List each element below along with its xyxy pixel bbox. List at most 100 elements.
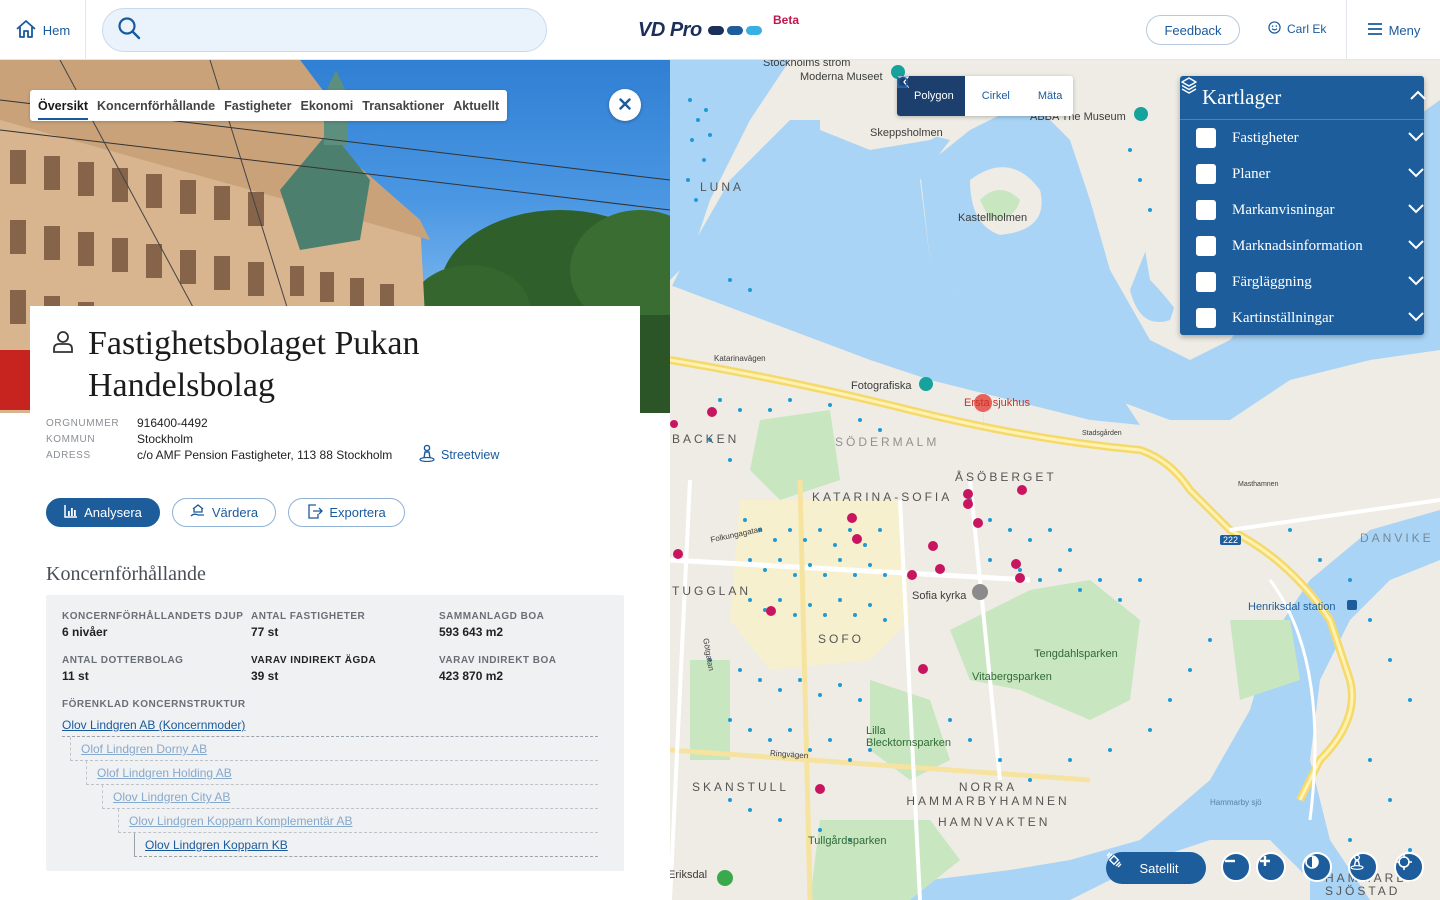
- map-label: Hamnvakten: [938, 815, 1051, 829]
- map-label: Katarina-Sofia: [812, 490, 953, 504]
- vd-pro-logo[interactable]: VD Pro: [638, 14, 762, 46]
- circle-label: Cirkel: [981, 90, 1010, 102]
- tab-transaktioner[interactable]: Transaktioner: [362, 99, 444, 113]
- search-box[interactable]: [102, 8, 547, 52]
- tab-oversikt[interactable]: Översikt: [38, 99, 89, 120]
- value-label: Värdera: [211, 505, 259, 520]
- measure-tool-button[interactable]: Mäta: [897, 76, 1074, 116]
- tab-ekonomi[interactable]: Ekonomi: [301, 99, 354, 113]
- bar-chart-icon: [64, 504, 78, 521]
- map-view[interactable]: Stockholms ström Moderna Museet Skeppsho…: [670, 60, 1440, 900]
- stat-indirect-boa: Varav indirekt BOA 423 870 m2: [439, 655, 557, 683]
- value-button[interactable]: Värdera: [172, 498, 276, 527]
- user-smiley-icon: [1268, 21, 1281, 37]
- kommun-value: Stockholm: [137, 432, 194, 446]
- map-label: Åsöberget: [955, 470, 1057, 484]
- company-tabs: Översikt Koncernförhållande Fastigheter …: [30, 90, 508, 121]
- stat-subsidiaries: Antal dotterbolag 11 st: [62, 655, 183, 683]
- structure-node[interactable]: Olov Lindgren City AB: [102, 785, 598, 809]
- map-label: Ersta sjukhus: [964, 397, 1031, 409]
- export-label: Exportera: [329, 505, 386, 520]
- home-icon: [15, 19, 37, 42]
- company-title-card: Fastighetsbolaget Pukan Handelsbolag: [30, 306, 640, 416]
- home-label: Hem: [42, 22, 71, 38]
- close-icon: [619, 97, 631, 113]
- locate-me-button[interactable]: [1394, 852, 1424, 882]
- structure-node[interactable]: Olof Lindgren Dorny AB: [70, 737, 598, 761]
- stat-total-boa-value: 593 643 m2: [439, 625, 504, 639]
- top-bar: Hem VD Pro Beta Feedback Carl Ek Meny: [0, 0, 1440, 60]
- map-label: Eriksdal: [670, 869, 708, 881]
- layer-label: Planer: [1232, 165, 1271, 182]
- polygon-label: Polygon: [914, 90, 954, 102]
- map-label: Vitabergsparken: [972, 671, 1052, 683]
- layer-fastigheter[interactable]: Fastigheter: [1180, 120, 1424, 156]
- zoom-out-button[interactable]: [1221, 852, 1251, 882]
- layer-planer[interactable]: Planer: [1180, 156, 1424, 192]
- circle-tool-button[interactable]: Cirkel: [897, 76, 1021, 116]
- home-button[interactable]: Hem: [0, 0, 86, 60]
- map-label: Fotografiska: [851, 380, 912, 392]
- map-streetview-button[interactable]: [1348, 852, 1378, 882]
- map-label: Danvike: [1360, 531, 1434, 545]
- tab-aktuellt[interactable]: Aktuellt: [453, 99, 499, 113]
- layers-header[interactable]: Kartlager: [1180, 76, 1426, 120]
- feedback-button[interactable]: Feedback: [1146, 15, 1240, 45]
- kommun-label: Kommun: [46, 433, 96, 445]
- group-stats-box: Koncernförhållandets djup 6 nivåer Antal…: [46, 595, 624, 871]
- structure-node-current[interactable]: Olov Lindgren Kopparn KB: [134, 833, 598, 857]
- orgnummer-label: Orgnummer: [46, 417, 120, 429]
- layer-marknadsinformation[interactable]: Marknadsinformation: [1180, 228, 1424, 264]
- close-panel-button[interactable]: [609, 89, 641, 121]
- menu-label: Meny: [1388, 22, 1421, 38]
- layer-checkbox[interactable]: [1196, 164, 1216, 184]
- stat-subsidiaries-value: 11 st: [62, 669, 89, 683]
- export-button[interactable]: Exportera: [288, 498, 405, 527]
- draw-toolbar: Polygon Cirkel Mäta: [897, 76, 1074, 116]
- layer-kartinstallningar[interactable]: Kartinställningar: [1180, 300, 1424, 336]
- company-meta: Orgnummer 916400-4492 Kommun Stockholm Adr…: [46, 415, 392, 463]
- analyze-button[interactable]: Analysera: [46, 498, 160, 527]
- structure-node[interactable]: Olof Lindgren Holding AB: [86, 761, 598, 785]
- tab-koncernforhallande[interactable]: Koncernförhållande: [97, 99, 215, 113]
- map-label: Skanstull: [692, 780, 790, 794]
- map-label: Tullgårdsparken: [808, 835, 887, 847]
- user-menu[interactable]: Carl Ek: [1268, 21, 1326, 37]
- map-label: Skeppsholmen: [870, 127, 943, 139]
- map-label: Södermalm: [835, 435, 940, 449]
- search-input[interactable]: [149, 15, 529, 45]
- map-contrast-button[interactable]: [1302, 852, 1332, 882]
- layer-label: Fastigheter: [1232, 129, 1299, 146]
- company-panel: Översikt Koncernförhållande Fastigheter …: [0, 60, 670, 900]
- satellite-toggle-button[interactable]: Satellit: [1106, 852, 1206, 884]
- stat-subsidiaries-label: Antal dotterbolag: [62, 655, 184, 666]
- structure-node[interactable]: Olov Lindgren Kopparn Komplementär AB: [118, 809, 598, 833]
- layer-checkbox[interactable]: [1196, 272, 1216, 292]
- map-label: Lilla Blecktornsparken: [866, 725, 951, 749]
- layer-checkbox[interactable]: [1196, 200, 1216, 220]
- map-label: Masthamnen: [1238, 481, 1279, 488]
- stat-total-boa: Sammanlagd BOA 593 643 m2: [439, 611, 544, 639]
- streetview-link[interactable]: Streetview: [419, 444, 499, 465]
- map-label: Kastellholmen: [958, 212, 1028, 224]
- adress-value: c/o AMF Pension Fastigheter, 113 88 Stoc…: [137, 448, 393, 462]
- layer-fargladdning[interactable]: Färgläggning: [1180, 264, 1424, 300]
- layer-markanvisningar[interactable]: Markanvisningar: [1180, 192, 1424, 228]
- layer-checkbox[interactable]: [1196, 128, 1216, 148]
- map-label: Henriksdal station: [1248, 601, 1336, 613]
- zoom-in-button[interactable]: [1256, 852, 1286, 882]
- layer-label: Markanvisningar: [1232, 201, 1335, 218]
- map-label: SoFo: [818, 632, 865, 646]
- route-shield: 222: [1220, 535, 1242, 545]
- map-label: Luna: [700, 180, 745, 194]
- menu-button[interactable]: Meny: [1346, 0, 1440, 60]
- structure-node-parent[interactable]: Olov Lindgren AB (Koncernmoder): [62, 713, 598, 737]
- stat-properties: Antal fastigheter 77 st: [251, 611, 365, 639]
- tab-fastigheter[interactable]: Fastigheter: [224, 99, 291, 113]
- layer-checkbox[interactable]: [1196, 236, 1216, 256]
- layer-checkbox[interactable]: [1196, 308, 1216, 328]
- logo-text: VD Pro: [638, 18, 702, 41]
- stat-depth-value: 6 nivåer: [62, 625, 108, 639]
- stat-indirect-boa-label: Varav indirekt BOA: [439, 655, 557, 666]
- person-icon: [52, 330, 74, 359]
